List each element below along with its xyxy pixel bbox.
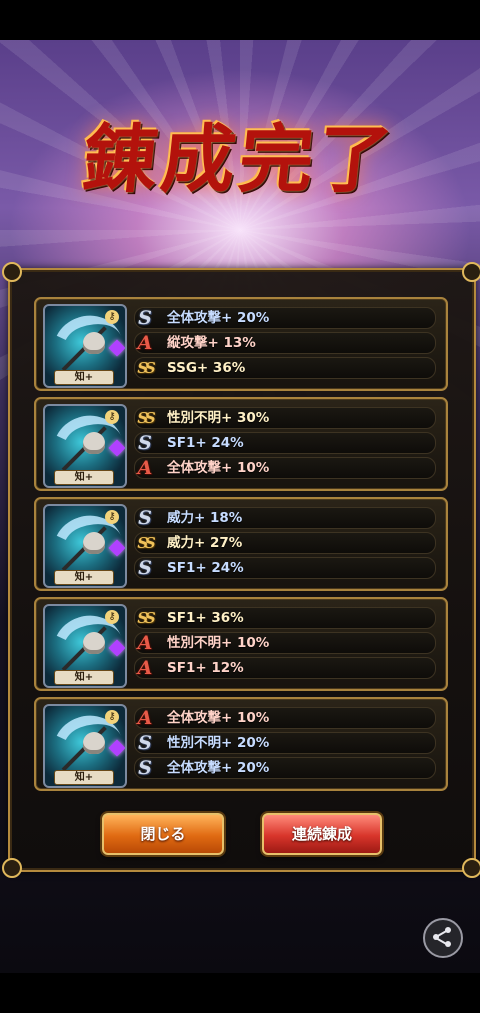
result-card: ⚷ 知+ SS 性別不明+ 30% S SF1+ 24% A 全体攻撃+ 10% (34, 397, 448, 491)
weapon-thumbnail: ⚷ 知+ (43, 504, 127, 588)
type-tag: 知+ (54, 670, 114, 685)
grade-ss-icon: SS (137, 359, 155, 377)
grade-s-icon: S (138, 557, 152, 579)
type-tag: 知+ (54, 770, 114, 785)
stat-text: SF1+ 24% (167, 560, 244, 576)
stat-row: SS 威力+ 27% (134, 532, 436, 554)
stat-row: S 全体攻撃+ 20% (134, 757, 436, 779)
key-icon: ⚷ (105, 310, 119, 324)
close-button[interactable]: 閉じる (102, 813, 224, 855)
repeat-forge-button[interactable]: 連続錬成 (262, 813, 382, 855)
stat-row: A 縦攻撃+ 13% (134, 332, 436, 354)
stat-text: SF1+ 12% (167, 660, 244, 676)
navigation-bar (0, 973, 480, 1013)
grade-s-icon: S (138, 732, 152, 754)
stat-row: A SF1+ 12% (134, 657, 436, 679)
weapon-thumbnail: ⚷ 知+ (43, 304, 127, 388)
stat-text: 性別不明+ 30% (167, 410, 270, 426)
weapon-thumbnail: ⚷ 知+ (43, 704, 127, 788)
stat-text: 威力+ 27% (167, 535, 243, 551)
grade-s-icon: S (138, 507, 152, 529)
status-bar (0, 0, 480, 40)
stat-text: 全体攻撃+ 20% (167, 760, 270, 776)
page-title: 錬成完了 (78, 117, 400, 203)
key-icon: ⚷ (105, 510, 119, 524)
panel-corner-ornament (462, 262, 480, 282)
grade-a-icon: A (137, 457, 153, 479)
stat-row: S SF1+ 24% (134, 557, 436, 579)
stat-row: SS 性別不明+ 30% (134, 407, 436, 429)
result-card: ⚷ 知+ A 全体攻撃+ 10% S 性別不明+ 20% S 全体攻撃+ 20% (34, 697, 448, 791)
stat-text: 全体攻撃+ 10% (167, 710, 270, 726)
type-tag: 知+ (54, 370, 114, 385)
type-tag: 知+ (54, 570, 114, 585)
stat-row: S 全体攻撃+ 20% (134, 307, 436, 329)
stat-row: A 全体攻撃+ 10% (134, 457, 436, 479)
panel-corner-ornament (462, 858, 480, 878)
skull-icon (83, 532, 105, 554)
type-tag: 知+ (54, 470, 114, 485)
weapon-thumbnail: ⚷ 知+ (43, 404, 127, 488)
stat-row: A 性別不明+ 10% (134, 632, 436, 654)
skull-icon (83, 432, 105, 454)
stat-text: 全体攻撃+ 10% (167, 460, 270, 476)
grade-a-icon: A (137, 657, 153, 679)
stat-row: SS SSG+ 36% (134, 357, 436, 379)
grade-ss-icon: SS (137, 609, 155, 627)
key-icon: ⚷ (105, 610, 119, 624)
stat-text: 性別不明+ 20% (167, 735, 270, 751)
grade-ss-icon: SS (137, 409, 155, 427)
panel-corner-ornament (2, 858, 22, 878)
stat-text: 性別不明+ 10% (167, 635, 270, 651)
share-button[interactable] (423, 918, 463, 958)
stat-row: S 威力+ 18% (134, 507, 436, 529)
stat-text: SSG+ 36% (167, 360, 246, 376)
stat-text: SF1+ 24% (167, 435, 244, 451)
key-icon: ⚷ (105, 710, 119, 724)
key-icon: ⚷ (105, 410, 119, 424)
result-card: ⚷ 知+ S 全体攻撃+ 20% A 縦攻撃+ 13% SS SSG+ 36% (34, 297, 448, 391)
result-card: ⚷ 知+ S 威力+ 18% SS 威力+ 27% S SF1+ 24% (34, 497, 448, 591)
stat-text: SF1+ 36% (167, 610, 244, 626)
grade-s-icon: S (138, 757, 152, 779)
grade-ss-icon: SS (137, 534, 155, 552)
stat-row: SS SF1+ 36% (134, 607, 436, 629)
stat-text: 縦攻撃+ 13% (167, 335, 256, 351)
panel-corner-ornament (2, 262, 22, 282)
stat-text: 全体攻撃+ 20% (167, 310, 270, 326)
stat-row: S 性別不明+ 20% (134, 732, 436, 754)
skull-icon (83, 632, 105, 654)
grade-s-icon: S (138, 307, 152, 329)
grade-a-icon: A (137, 632, 153, 654)
grade-a-icon: A (137, 707, 153, 729)
grade-s-icon: S (138, 432, 152, 454)
result-card: ⚷ 知+ SS SF1+ 36% A 性別不明+ 10% A SF1+ 12% (34, 597, 448, 691)
skull-icon (83, 732, 105, 754)
stat-row: S SF1+ 24% (134, 432, 436, 454)
weapon-thumbnail: ⚷ 知+ (43, 604, 127, 688)
stat-row: A 全体攻撃+ 10% (134, 707, 436, 729)
stat-text: 威力+ 18% (167, 510, 243, 526)
grade-a-icon: A (137, 332, 153, 354)
skull-icon (83, 332, 105, 354)
